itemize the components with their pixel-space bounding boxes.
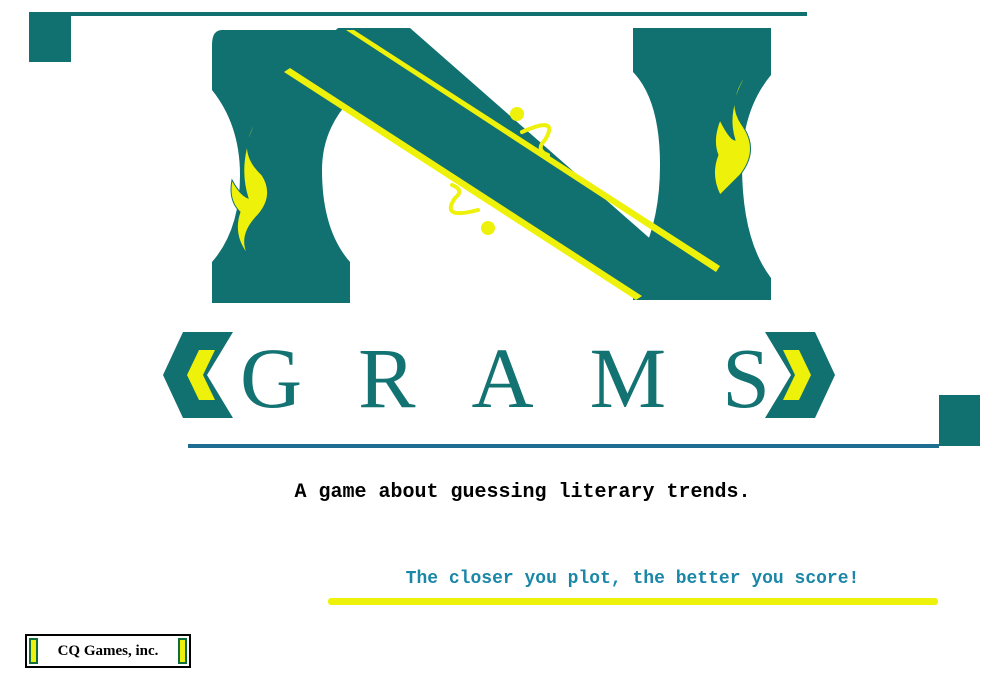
badge-left-bar: [29, 638, 38, 664]
tagline: A game about guessing literary trends.: [294, 481, 751, 504]
question-dot-lower-icon: [481, 221, 495, 235]
wordmark-letter: S: [722, 330, 770, 426]
wordmark-letter: A: [471, 330, 534, 426]
slogan: The closer you plot, the better you scor…: [405, 569, 860, 589]
logo-wordmark: G R A M S: [240, 328, 770, 428]
bottom-right-corner-block: [939, 395, 980, 446]
title-screen: G R A M S A game about guessing literary…: [0, 0, 1005, 680]
wordmark-letter: G: [240, 330, 303, 426]
mid-rule: [188, 444, 939, 448]
company-name: CQ Games, inc.: [57, 643, 159, 659]
wordmark-letter: M: [589, 330, 667, 426]
company-badge: CQ Games, inc.: [25, 634, 191, 668]
chevron-right-icon: [765, 332, 835, 418]
wordmark-letter: R: [358, 330, 416, 426]
chevron-left-icon: [163, 332, 233, 418]
n-monogram-icon: [212, 28, 771, 303]
slogan-underline: [328, 598, 938, 605]
badge-right-bar: [178, 638, 187, 664]
question-dot-upper-icon: [510, 107, 524, 121]
